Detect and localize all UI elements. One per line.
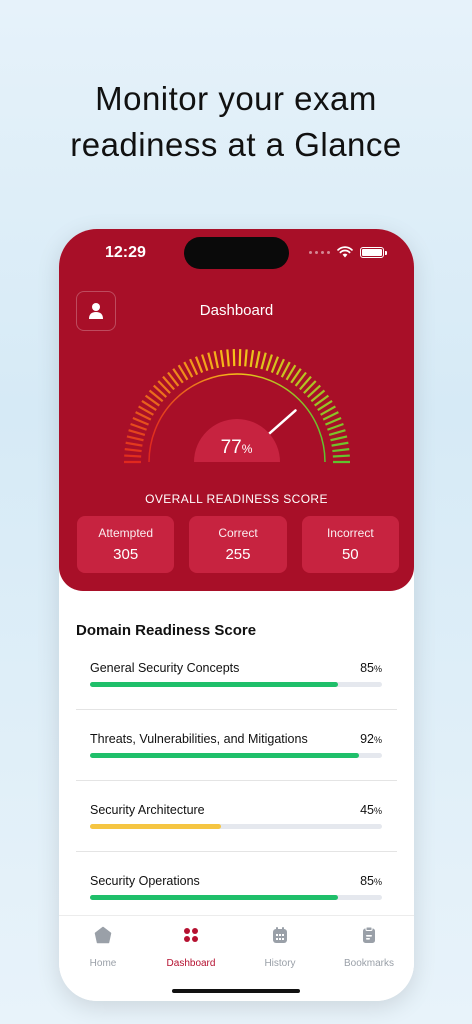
domain-name: Security Operations [90, 874, 200, 888]
domain-score: 85% [360, 874, 382, 888]
divider [76, 780, 397, 781]
gauge-tick [201, 354, 209, 372]
promo-headline: Monitor your exam readiness at a Glance [0, 76, 472, 168]
gauge-tick [327, 422, 344, 431]
phone-frame: 12:29 Dashboard 77% OVERALL READINESS SC… [59, 229, 414, 1001]
domain-name: General Security Concepts [90, 661, 240, 675]
status-icons [309, 246, 387, 258]
gauge-tick [265, 354, 273, 372]
gauge-tick [128, 429, 146, 437]
domain-progress-fill [90, 824, 222, 829]
domain-progress-track [90, 753, 382, 758]
divider [76, 851, 397, 852]
stat-incorrect[interactable]: Incorrect 50 [301, 516, 399, 573]
history-icon [273, 927, 287, 943]
tab-dashboard[interactable]: Dashboard [147, 926, 235, 969]
overall-score: 77% [59, 437, 414, 459]
gauge-tick [213, 351, 220, 369]
gauge-tick [270, 356, 280, 373]
domain-section-title: Domain Readiness Score [76, 622, 257, 639]
domain-score: 85% [360, 661, 382, 675]
page-title: Dashboard [199, 302, 274, 319]
tab-bookmarks[interactable]: Bookmarks [325, 926, 413, 969]
domain-score: 45% [360, 803, 382, 817]
overall-score-value: 77 [220, 437, 242, 458]
tab-label: Bookmarks [343, 958, 394, 969]
promo-line-1: Monitor your exam [95, 80, 377, 117]
gauge-tick [132, 416, 150, 426]
status-time: 12:29 [105, 244, 146, 261]
overall-score-label: OVERALL READINESS SCORE [145, 492, 328, 506]
domain-progress-track [90, 682, 382, 687]
gauge-tick [219, 349, 225, 368]
tab-label: Home [89, 958, 117, 969]
tab-bar: Home Dashboard History Bookmarks [59, 915, 414, 1001]
domain-progress-fill [90, 895, 339, 900]
stat-label: Incorrect [326, 526, 374, 540]
promo-line-2: readiness at a Glance [70, 126, 402, 163]
gauge-tick [207, 352, 214, 370]
tab-home[interactable]: Home [59, 926, 147, 969]
gauge-tick [328, 429, 346, 437]
gauge-tick [194, 356, 204, 373]
gauge-tick [249, 349, 255, 368]
gauge-tick [254, 351, 261, 369]
dashboard-hero: 12:29 Dashboard 77% OVERALL READINESS SC… [59, 229, 414, 591]
domain-score: 92% [360, 732, 382, 746]
overall-score-unit: % [241, 442, 253, 456]
signal-icon [309, 250, 330, 254]
dynamic-island [184, 237, 289, 269]
divider [76, 709, 397, 710]
home-indicator [172, 989, 300, 993]
tab-label: History [264, 958, 296, 969]
dashboard-grid-icon [184, 928, 198, 942]
domain-progress-track [90, 824, 382, 829]
tab-label: Dashboard [166, 958, 216, 969]
gauge-tick [189, 358, 199, 376]
tab-history[interactable]: History [236, 926, 324, 969]
stats-row: Attempted 305 Correct 255 Incorrect 50 [77, 516, 399, 573]
stat-correct[interactable]: Correct 255 [189, 516, 287, 573]
domain-progress-fill [90, 753, 359, 758]
gauge-tick [260, 352, 267, 370]
gauge-tick [244, 349, 248, 367]
bookmarks-icon [363, 926, 375, 943]
stat-value: 255 [225, 546, 251, 563]
stat-value: 50 [341, 546, 359, 563]
gauge-tick [130, 422, 147, 431]
domain-progress-track [90, 895, 382, 900]
domain-item-architecture[interactable]: Security Architecture 45% [90, 803, 382, 863]
domain-item-general-security[interactable]: General Security Concepts 85% [90, 661, 382, 721]
gauge-tick [324, 416, 342, 426]
home-icon [94, 926, 112, 944]
stat-label: Attempted [98, 526, 154, 540]
wifi-icon [337, 246, 353, 258]
stat-label: Correct [218, 526, 258, 540]
domain-name: Threats, Vulnerabilities, and Mitigation… [90, 732, 308, 746]
battery-icon [360, 246, 387, 258]
domain-progress-fill [90, 682, 339, 687]
gauge-tick [275, 358, 285, 376]
gauge-tick [226, 349, 230, 367]
stat-value: 305 [113, 546, 139, 563]
domain-name: Security Architecture [90, 803, 205, 817]
stat-attempted[interactable]: Attempted 305 [77, 516, 175, 573]
domain-item-threats[interactable]: Threats, Vulnerabilities, and Mitigation… [90, 732, 382, 792]
